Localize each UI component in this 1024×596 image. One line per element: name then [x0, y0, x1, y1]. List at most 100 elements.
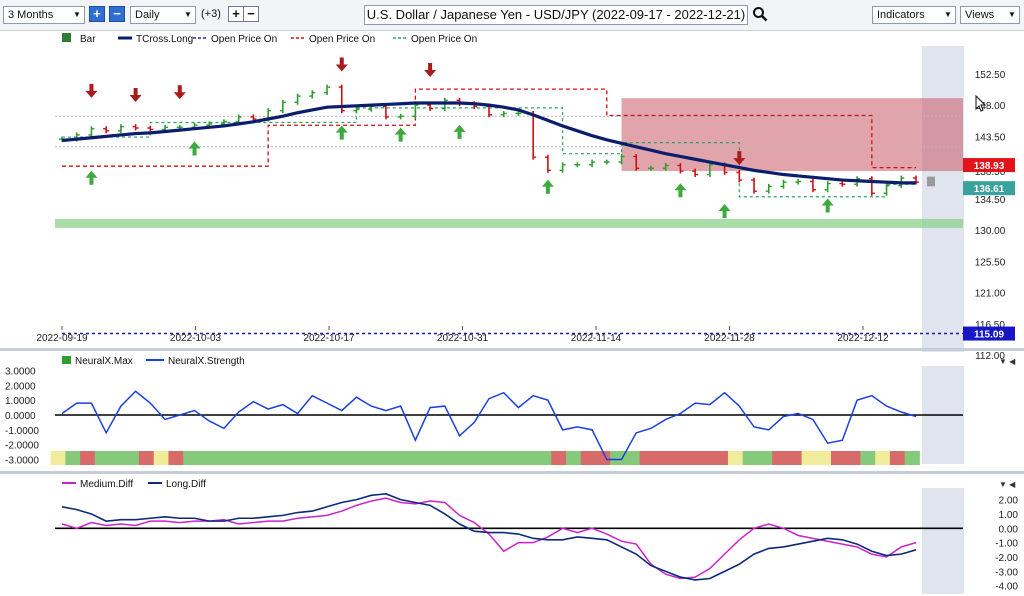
collapse-arrow-icon[interactable]: ▼ ◀ — [999, 480, 1016, 489]
signal-strip-cell — [242, 451, 258, 465]
legend-label: NeuralX.Strength — [168, 356, 245, 367]
signal-strip-cell — [521, 451, 538, 465]
diff-tick-label: -2.00 — [995, 553, 1018, 564]
signal-strip-cell — [124, 451, 140, 465]
sell-arrow-icon — [173, 85, 186, 100]
range-select-value: 3 Months — [8, 9, 54, 21]
add-indicator-button[interactable]: + — [228, 6, 244, 22]
zoom-out-icon: − — [113, 6, 121, 21]
signal-strip-cell — [50, 451, 66, 465]
signal-strip-cell — [786, 451, 803, 465]
signal-strip-cell — [65, 451, 81, 465]
buy-arrow-icon — [541, 179, 554, 194]
price-label-text: 138.93 — [974, 161, 1005, 172]
signal-strip-cell — [462, 451, 479, 465]
minus-icon: − — [247, 6, 255, 21]
pane-separator — [0, 348, 1024, 351]
neuralx-tick-label: 2.0000 — [5, 381, 36, 392]
neuralx-strength-line — [61, 390, 917, 461]
signal-strip-cell — [286, 451, 302, 465]
price-label-text: 136.61 — [974, 184, 1005, 195]
resistance-band — [621, 98, 963, 172]
indicators-menu[interactable]: Indicators ▼ — [872, 6, 956, 24]
legend-label: Bar — [80, 34, 96, 45]
signal-strip-cell — [683, 451, 699, 465]
range-select[interactable]: 3 Months ▼ — [3, 6, 85, 24]
date-tick-label: 2022-10-17 — [303, 333, 355, 344]
buy-arrow-icon — [718, 204, 731, 219]
date-tick-label: 2022-10-31 — [437, 333, 489, 344]
signal-strip-cell — [698, 451, 714, 465]
future-shade — [922, 488, 964, 594]
zoom-out-button[interactable]: − — [109, 6, 125, 22]
indicators-menu-label: Indicators — [877, 9, 925, 21]
price-label-text: 115.09 — [974, 330, 1004, 341]
signal-strip-cell — [860, 451, 876, 465]
price-tick-label: 134.50 — [975, 195, 1006, 206]
symbol-title-field[interactable]: U.S. Dollar / Japanese Yen - USD/JPY (20… — [364, 5, 748, 25]
signal-strip-cell — [492, 451, 508, 465]
plus-icon: + — [232, 6, 240, 21]
dropdown-arrow-icon: ▼ — [944, 10, 952, 19]
signal-strip-cell — [168, 451, 184, 465]
date-tick-label: 2022-09-19 — [36, 333, 88, 344]
buy-arrow-icon — [394, 127, 407, 142]
signal-strip-cell — [271, 451, 287, 465]
signal-strip-cell — [772, 451, 788, 465]
neuralx-tick-label: 1.0000 — [5, 396, 36, 407]
legend-label: TCross.Long — [136, 34, 193, 45]
interval-select[interactable]: Daily ▼ — [130, 6, 196, 24]
legend-label: Open Price On — [411, 34, 477, 45]
remove-indicator-button[interactable]: − — [243, 6, 259, 22]
diff-tick-label: 2.00 — [999, 496, 1019, 507]
signal-strip-cell — [153, 451, 169, 465]
signal-strip-cell — [875, 451, 891, 465]
signal-strip-cell — [477, 451, 493, 465]
legend-label: Medium.Diff — [80, 479, 133, 490]
zoom-in-icon: + — [93, 6, 101, 21]
search-icon[interactable] — [752, 6, 768, 22]
diff-tick-label: -1.00 — [995, 539, 1018, 550]
diff-tick-label: -4.00 — [995, 582, 1018, 593]
signal-strip-cell — [212, 451, 228, 465]
signal-strip-cell — [109, 451, 125, 465]
neuralx-tick-label: -1.0000 — [5, 426, 39, 437]
signal-strip-cell — [727, 451, 744, 465]
signal-strip-cell — [404, 451, 420, 465]
neuralx-max-legend-icon — [62, 356, 71, 364]
signal-strip-cell — [904, 451, 920, 465]
signal-strip-cell — [359, 451, 376, 465]
signal-strip-cell — [757, 451, 773, 465]
views-menu-label: Views — [965, 9, 995, 21]
views-menu[interactable]: Views ▼ — [960, 6, 1020, 24]
neuralx-tick-label: 0.0000 — [5, 411, 36, 422]
legend-label: Open Price On — [211, 34, 277, 45]
symbol-title: U.S. Dollar / Japanese Yen - USD/JPY (20… — [366, 7, 746, 22]
date-tick-label: 2022-11-14 — [571, 333, 622, 344]
signal-strip-cell — [315, 451, 331, 465]
zoom-in-button[interactable]: + — [89, 6, 105, 22]
signal-strip-cell — [256, 451, 272, 465]
chart-toolbar: 3 Months ▼ + − Daily ▼ (+3) + − U.S. Dol… — [0, 0, 1024, 31]
medium-diff-line — [61, 497, 917, 580]
collapse-arrow-icon[interactable]: ▼ ◀ — [999, 357, 1016, 366]
buy-arrow-icon — [821, 198, 834, 213]
sell-arrow-icon — [335, 57, 348, 72]
diff-tick-label: 1.00 — [999, 510, 1019, 521]
signal-strip-cell — [551, 451, 567, 465]
signal-strip-cell — [418, 451, 434, 465]
signal-strip-cell — [713, 451, 729, 465]
legend-label: Long.Diff — [166, 479, 206, 490]
diff-tick-label: 0.00 — [999, 524, 1019, 535]
signal-strip-cell — [639, 451, 655, 465]
pane-separator — [0, 471, 1024, 474]
signal-strip-cell — [624, 451, 641, 465]
signal-strip-cell — [742, 451, 758, 465]
bar-legend-icon — [62, 33, 71, 42]
indicator-count: (+3) — [201, 8, 221, 20]
buy-arrow-icon — [674, 183, 687, 198]
interval-select-value: Daily — [135, 9, 160, 21]
chart-area[interactable]: 152.50148.00143.50138.50134.50130.00125.… — [0, 30, 1024, 596]
signal-strip-cell — [227, 451, 243, 465]
neuralx-tick-label: -3.0000 — [5, 456, 39, 467]
